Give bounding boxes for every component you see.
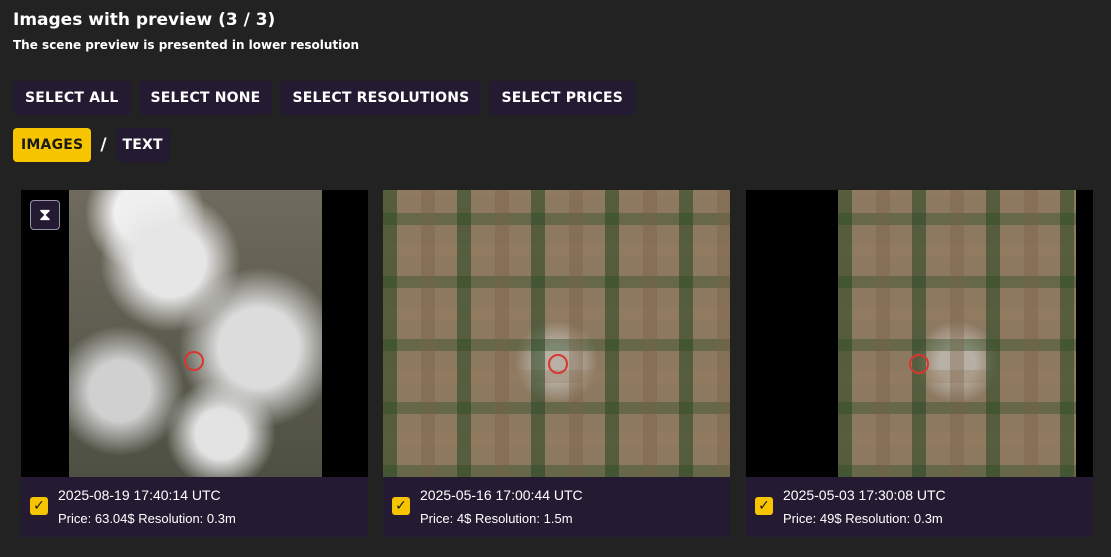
resolution-value: 1.5m (543, 511, 573, 526)
resolution-label: Resolution: (138, 511, 204, 526)
scene-meta: Price: 4$ Resolution: 1.5m (420, 511, 573, 526)
scene-info: ✓ 2025-05-16 17:00:44 UTC Price: 4$ Reso… (383, 477, 730, 537)
select-resolutions-button[interactable]: SELECT RESOLUTIONS (280, 81, 482, 115)
page-subtitle: The scene preview is presented in lower … (13, 38, 360, 52)
resolution-value: 0.3m (206, 511, 236, 526)
resolution-value: 0.3m (913, 511, 943, 526)
target-marker-icon (184, 351, 204, 371)
checkbox-checked-icon[interactable]: ✓ (30, 497, 48, 515)
page-title: Images with preview (3 / 3) (13, 10, 276, 30)
price-label: Price: (420, 511, 454, 526)
farmland-preview (838, 190, 1076, 477)
selection-toolbar: SELECT ALL SELECT NONE SELECT RESOLUTION… (13, 81, 636, 115)
scene-datetime: 2025-08-19 17:40:14 UTC (58, 487, 221, 503)
price-value: 63.04$ (94, 511, 135, 526)
price-label: Price: (58, 511, 92, 526)
select-all-button[interactable]: SELECT ALL (13, 81, 131, 115)
scene-preview-image[interactable] (383, 190, 730, 477)
scene-datetime: 2025-05-16 17:00:44 UTC (420, 487, 583, 503)
scene-info: ✓ 2025-05-03 17:30:08 UTC Price: 49$ Res… (746, 477, 1093, 537)
resolution-label: Resolution: (845, 511, 911, 526)
price-label: Price: (783, 511, 817, 526)
select-none-button[interactable]: SELECT NONE (138, 81, 273, 115)
price-value: 49$ (819, 511, 842, 526)
scene-card[interactable]: ⧗ ✓ 2025-08-19 17:40:14 UTC Price: 63.04… (21, 190, 368, 537)
scene-card[interactable]: ✓ 2025-05-16 17:00:44 UTC Price: 4$ Reso… (383, 190, 730, 537)
scene-info: ✓ 2025-08-19 17:40:14 UTC Price: 63.04$ … (21, 477, 368, 537)
select-prices-button[interactable]: SELECT PRICES (489, 81, 636, 115)
target-marker-icon (909, 354, 929, 374)
scene-preview-image[interactable]: ⧗ (21, 190, 368, 477)
checkbox-checked-icon[interactable]: ✓ (755, 497, 773, 515)
price-value: 4$ (456, 511, 472, 526)
target-marker-icon (548, 354, 568, 374)
scene-meta: Price: 49$ Resolution: 0.3m (783, 511, 943, 526)
farmland-preview (383, 190, 730, 477)
cloud-cover-preview (69, 190, 322, 477)
view-separator: / (100, 135, 107, 155)
scene-preview-image[interactable] (746, 190, 1093, 477)
scene-meta: Price: 63.04$ Resolution: 0.3m (58, 511, 236, 526)
scene-card[interactable]: ✓ 2025-05-03 17:30:08 UTC Price: 49$ Res… (746, 190, 1093, 537)
checkbox-checked-icon[interactable]: ✓ (392, 497, 410, 515)
view-toggle: IMAGES / TEXT (13, 128, 170, 162)
images-view-button[interactable]: IMAGES (13, 128, 92, 162)
hourglass-icon[interactable]: ⧗ (30, 200, 60, 230)
text-view-button[interactable]: TEXT (115, 128, 170, 162)
resolution-label: Resolution: (474, 511, 540, 526)
scene-datetime: 2025-05-03 17:30:08 UTC (783, 487, 946, 503)
